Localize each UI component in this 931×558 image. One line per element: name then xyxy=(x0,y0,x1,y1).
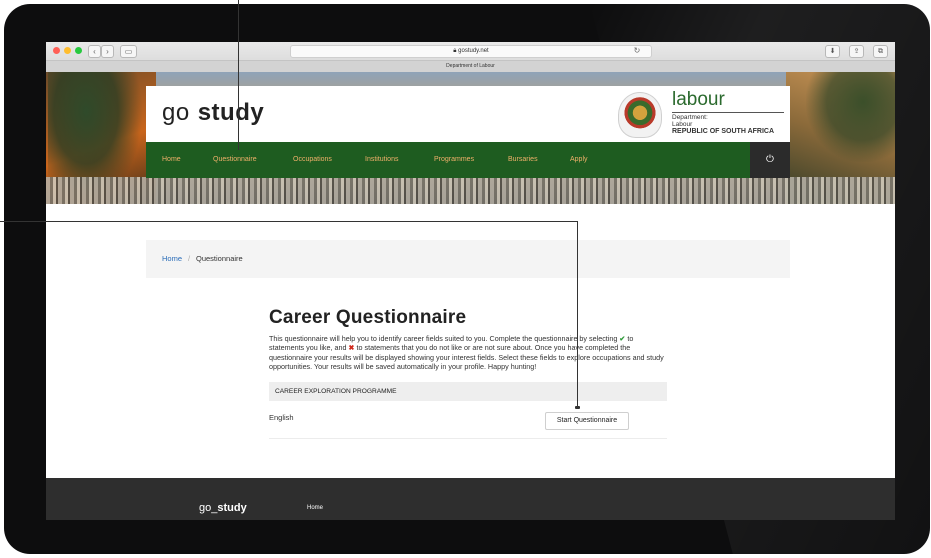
lock-icon: 🔒︎ xyxy=(453,48,457,54)
chevron-left-icon: ‹ xyxy=(93,47,96,56)
login-icon: ⏻ xyxy=(766,154,774,165)
breadcrumb: Home / Questionnaire xyxy=(146,240,790,278)
callout-line-button xyxy=(577,221,578,408)
share-icon: ⇪ xyxy=(853,48,860,55)
footer-logo[interactable]: go_study xyxy=(199,502,247,514)
nav-programmes[interactable]: Programmes xyxy=(434,156,474,163)
tabs-button[interactable]: ⧉ xyxy=(873,45,888,58)
table-header: CAREER EXPLORATION PROGRAMME xyxy=(269,382,667,401)
download-button[interactable]: ⬇ xyxy=(825,45,840,58)
gostudy-logo[interactable]: go study xyxy=(162,99,264,127)
footer-link-home[interactable]: Home xyxy=(307,505,323,511)
main-nav: Home Questionnaire Occupations Instituti… xyxy=(146,142,790,178)
site-footer: go_study Home xyxy=(46,478,895,520)
logo-study: study xyxy=(197,99,265,126)
tabs-icon: ⧉ xyxy=(878,48,883,55)
nav-home[interactable]: Home xyxy=(162,156,181,163)
callout-line-horizontal xyxy=(0,221,578,222)
address-bar[interactable]: 🔒︎ gostudy.net xyxy=(290,45,652,58)
url-text: gostudy.net xyxy=(458,48,489,54)
callout-line-nav xyxy=(238,0,239,150)
reload-icon: ↻ xyxy=(633,46,641,55)
start-questionnaire-button[interactable]: Start Questionnaire xyxy=(545,412,629,430)
dept-line-1: Department: xyxy=(672,114,708,121)
screen: ‹ › ▭ ≡ 🔒︎ gostudy.net ↻ ⬇ ⇪ ⧉ Departmen… xyxy=(46,42,895,520)
callout-arrowhead xyxy=(575,406,580,409)
tab-department-of-labour[interactable]: Department of Labour xyxy=(446,63,495,69)
close-window-button[interactable] xyxy=(53,47,60,54)
nav-institutions[interactable]: Institutions xyxy=(365,156,398,163)
login-button[interactable]: ⏻ xyxy=(750,142,790,178)
nav-occupations[interactable]: Occupations xyxy=(293,156,332,163)
dept-divider xyxy=(672,112,784,113)
dept-title: labour xyxy=(672,89,725,110)
hero-banner: go study labour Department: Labour REPUBL… xyxy=(46,72,895,204)
breadcrumb-current: Questionnaire xyxy=(196,254,243,263)
sidebar-icon: ▭ xyxy=(124,47,133,56)
table-divider xyxy=(269,438,667,439)
breadcrumb-home[interactable]: Home xyxy=(162,240,182,278)
download-icon: ⬇ xyxy=(829,48,836,55)
site-header: go study labour Department: Labour REPUBL… xyxy=(146,86,790,142)
dept-line-3: REPUBLIC OF SOUTH AFRICA xyxy=(672,128,775,135)
language-cell: English xyxy=(269,413,294,422)
page-title: Career Questionnaire xyxy=(269,307,467,328)
reload-button[interactable]: ↻ xyxy=(632,45,642,56)
coat-of-arms-icon xyxy=(618,92,662,138)
breadcrumb-separator: / xyxy=(188,254,191,263)
nav-questionnaire[interactable]: Questionnaire xyxy=(213,156,257,163)
dept-line-2: Labour xyxy=(672,121,693,128)
banner-tree-right xyxy=(806,72,895,162)
banner-city xyxy=(46,177,895,204)
back-button[interactable]: ‹ xyxy=(88,45,101,58)
nav-apply[interactable]: Apply xyxy=(570,156,588,163)
questionnaire-intro: This questionnaire will help you to iden… xyxy=(269,334,667,371)
table-header-label: CAREER EXPLORATION PROGRAMME xyxy=(275,388,397,395)
footer-logo-study: study xyxy=(217,502,247,514)
share-button[interactable]: ⇪ xyxy=(849,45,864,58)
browser-toolbar: ‹ › ▭ ≡ 🔒︎ gostudy.net ↻ ⬇ ⇪ ⧉ Departmen… xyxy=(46,42,895,73)
footer-logo-go: go_ xyxy=(199,502,218,514)
forward-button[interactable]: › xyxy=(101,45,114,58)
intro-text-1: This questionnaire will help you to iden… xyxy=(269,334,620,343)
maximize-window-button[interactable] xyxy=(75,47,82,54)
chevron-right-icon: › xyxy=(106,47,109,56)
tab-bar: Department of Labour xyxy=(46,60,895,72)
sidebar-toggle-button[interactable]: ▭ xyxy=(120,45,137,58)
nav-bursaries[interactable]: Bursaries xyxy=(508,156,538,163)
logo-go: go xyxy=(162,99,190,126)
minimize-window-button[interactable] xyxy=(64,47,71,54)
